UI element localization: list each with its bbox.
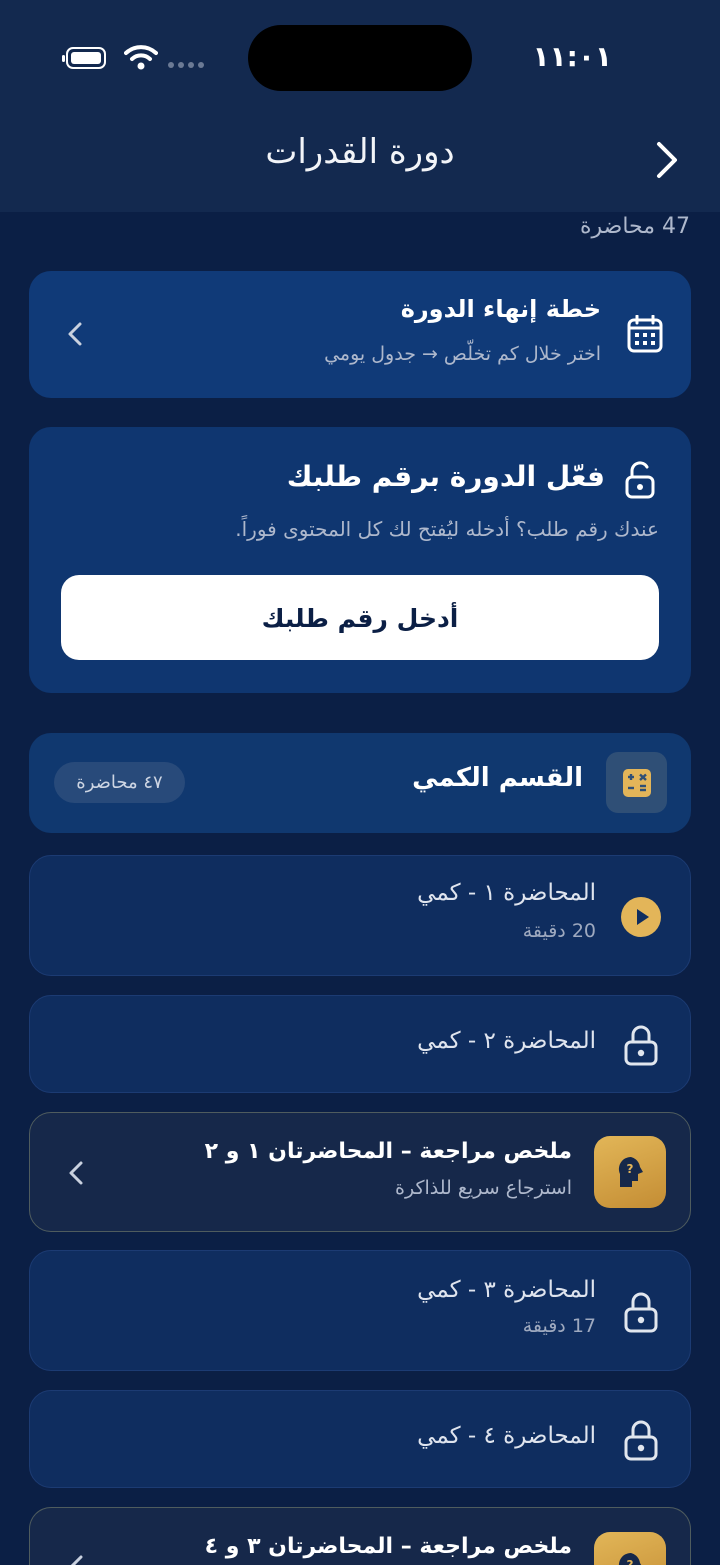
back-chevron-icon[interactable] bbox=[654, 140, 680, 180]
signal-icon bbox=[168, 62, 204, 68]
lock-icon bbox=[624, 1025, 658, 1066]
svg-text:?: ? bbox=[627, 1162, 634, 1176]
review-subtitle: استرجاع سريع للذاكرة bbox=[395, 1177, 572, 1199]
section-title: القسم الكمي bbox=[412, 763, 583, 793]
brain-question-icon: ? bbox=[618, 1156, 643, 1187]
plan-subtitle: اختر خلال كم تخلّص → جدول يومي bbox=[324, 343, 601, 365]
section-header-quantitative[interactable]: القسم الكمي ٤٧ محاضرة bbox=[29, 733, 691, 833]
calculator-icon-box bbox=[606, 752, 667, 813]
wifi-icon bbox=[124, 45, 158, 70]
review-icon-box: ? bbox=[594, 1136, 666, 1208]
lesson-item[interactable]: المحاضرة ٢ - كمي bbox=[29, 995, 691, 1093]
lesson-duration: 17 دقيقة bbox=[522, 1315, 596, 1337]
review-summary-item[interactable]: ? ملخص مراجعة – المحاضرتان ١ و ٢ استرجاع… bbox=[29, 1112, 691, 1232]
lesson-title: المحاضرة ١ - كمي bbox=[417, 880, 596, 906]
lesson-title: المحاضرة ٢ - كمي bbox=[417, 1028, 596, 1054]
status-time: ١١:٠١ bbox=[532, 40, 612, 73]
chevron-left-icon bbox=[68, 322, 82, 346]
activate-course-card: فعّل الدورة برقم طلبك عندك رقم طلب؟ أدخل… bbox=[29, 427, 691, 693]
section-lecture-badge: ٤٧ محاضرة bbox=[54, 762, 185, 803]
review-title: ملخص مراجعة – المحاضرتان ٣ و ٤ bbox=[204, 1534, 572, 1559]
course-plan-card[interactable]: خطة إنهاء الدورة اختر خلال كم تخلّص → جد… bbox=[29, 271, 691, 398]
review-title: ملخص مراجعة – المحاضرتان ١ و ٢ bbox=[204, 1139, 572, 1164]
plan-title: خطة إنهاء الدورة bbox=[400, 295, 601, 323]
calculator-icon bbox=[623, 769, 651, 797]
activate-title: فعّل الدورة برقم طلبك bbox=[286, 460, 605, 493]
lecture-count: 47 محاضرة bbox=[579, 214, 690, 239]
battery-icon bbox=[62, 47, 106, 69]
lesson-item[interactable]: المحاضرة ٣ - كمي 17 دقيقة bbox=[29, 1250, 691, 1371]
dynamic-island bbox=[248, 25, 472, 91]
lesson-title: المحاضرة ٤ - كمي bbox=[417, 1423, 596, 1449]
lesson-item[interactable]: المحاضرة ١ - كمي 20 دقيقة bbox=[29, 855, 691, 976]
brain-question-icon: ? bbox=[618, 1552, 642, 1565]
lesson-duration: 20 دقيقة bbox=[522, 920, 596, 942]
lesson-title: المحاضرة ٣ - كمي bbox=[417, 1277, 596, 1303]
lock-open-icon bbox=[625, 461, 655, 499]
activate-subtitle: عندك رقم طلب؟ أدخله ليُفتح لك كل المحتوى… bbox=[235, 517, 659, 541]
svg-text:?: ? bbox=[627, 1558, 634, 1565]
review-summary-item[interactable]: ? ملخص مراجعة – المحاضرتان ٣ و ٤ bbox=[29, 1507, 691, 1565]
lock-icon bbox=[624, 1420, 658, 1461]
review-icon-box: ? bbox=[594, 1532, 666, 1565]
page-title: دورة القدرات bbox=[265, 132, 455, 172]
chevron-left-icon bbox=[69, 1161, 83, 1185]
calendar-icon bbox=[627, 315, 663, 353]
header: ١١:٠١ دورة القدرات bbox=[0, 0, 720, 212]
enter-order-number-button[interactable]: أدخل رقم طلبك bbox=[61, 575, 659, 660]
chevron-left-icon bbox=[70, 1555, 83, 1565]
play-icon bbox=[621, 897, 661, 937]
lesson-item[interactable]: المحاضرة ٤ - كمي bbox=[29, 1390, 691, 1488]
lock-icon bbox=[624, 1292, 658, 1333]
